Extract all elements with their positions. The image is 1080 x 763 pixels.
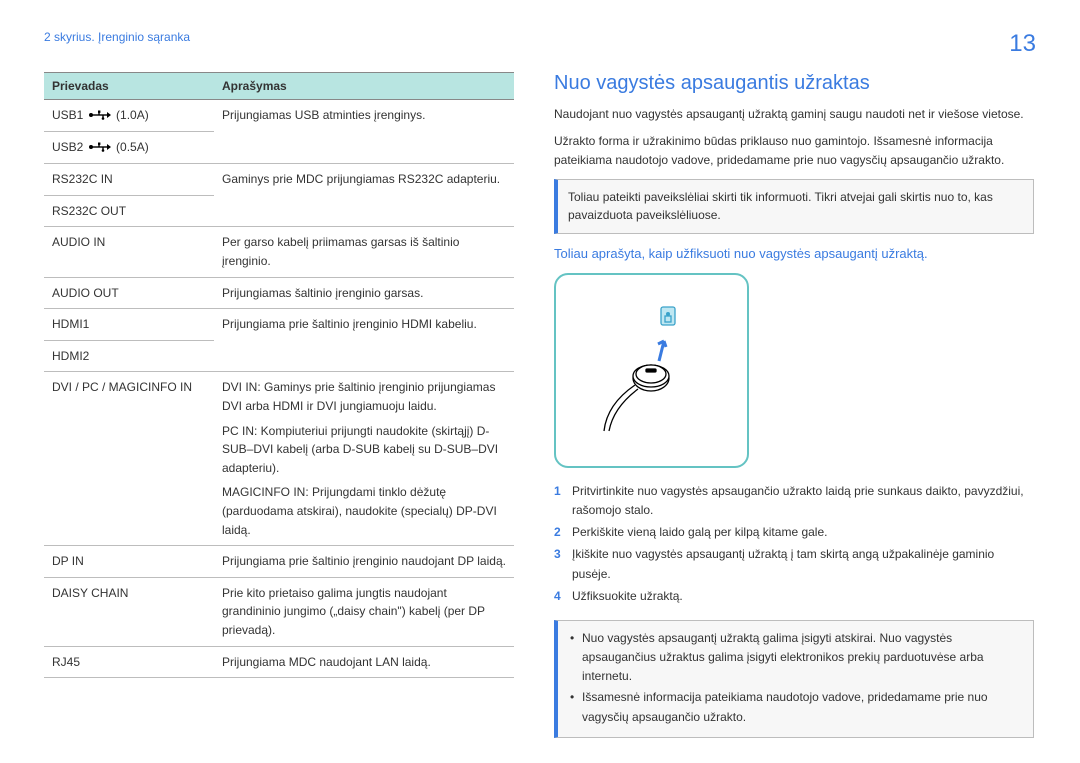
table-row: AUDIO OUT Prijungiamas šaltinio įrengini… (44, 277, 514, 309)
port-cell: RJ45 (44, 646, 214, 678)
note-item: Išsamesnė informacija pateikiama naudoto… (568, 688, 1023, 726)
port-cell: RS232C IN (44, 164, 214, 196)
port-cell: DVI / PC / MAGICINFO IN (44, 372, 214, 546)
port-cell: USB2 (0.5A) (44, 132, 214, 164)
note-item: Nuo vagystės apsaugantį užraktą galima į… (568, 629, 1023, 687)
port-cell: RS232C OUT (44, 195, 214, 227)
intro-text: Užrakto forma ir užrakinimo būdas prikla… (554, 132, 1034, 170)
port-suffix: (0.5A) (116, 140, 149, 154)
table-row: DP IN Prijungiama prie šaltinio įrengini… (44, 546, 514, 578)
left-column: Prievadas Aprašymas USB1 (1.0A) Prijungi… (44, 72, 514, 738)
step-item: Įkiškite nuo vagystės apsaugantį užraktą… (554, 545, 1034, 583)
table-header-port: Prievadas (44, 73, 214, 100)
port-cell: HDMI2 (44, 340, 214, 372)
table-row: AUDIO IN Per garso kabelį priimamas gars… (44, 227, 514, 277)
port-label: USB2 (52, 140, 83, 154)
section-title: Nuo vagystės apsaugantis užraktas (554, 72, 1034, 95)
step-item: Pritvirtinkite nuo vagystės apsaugančio … (554, 482, 1034, 520)
table-header-desc: Aprašymas (214, 73, 514, 100)
lock-drawing-icon (556, 273, 751, 468)
desc-line: PC IN: Kompiuteriui prijungti naudokite … (222, 422, 506, 478)
steps-list: Pritvirtinkite nuo vagystės apsaugančio … (554, 482, 1034, 606)
desc-cell: DVI IN: Gaminys prie šaltinio įrenginio … (214, 372, 514, 546)
intro-text: Naudojant nuo vagystės apsaugantį užrakt… (554, 105, 1034, 124)
desc-cell: Prijungiama prie šaltinio įrenginio naud… (214, 546, 514, 578)
notes-callout: Nuo vagystės apsaugantį užraktą galima į… (554, 620, 1034, 738)
table-row: RJ45 Prijungiama MDC naudojant LAN laidą… (44, 646, 514, 678)
port-cell: USB1 (1.0A) (44, 100, 214, 132)
subheading: Toliau aprašyta, kaip užfiksuoti nuo vag… (554, 246, 1034, 261)
lock-illustration (554, 273, 749, 468)
desc-cell: Prijungiamas USB atminties įrenginys. (214, 100, 514, 164)
desc-line: DVI IN: Gaminys prie šaltinio įrenginio … (222, 378, 506, 415)
step-item: Perkiškite vieną laido galą per kilpą ki… (554, 523, 1034, 542)
desc-cell: Prijungiama MDC naudojant LAN laidą. (214, 646, 514, 678)
usb-icon (89, 107, 111, 126)
port-cell: DP IN (44, 546, 214, 578)
chapter-header: 2 skyrius. Įrenginio sąranka (44, 30, 1036, 44)
table-row: RS232C IN Gaminys prie MDC prijungiamas … (44, 164, 514, 196)
table-row: DVI / PC / MAGICINFO IN DVI IN: Gaminys … (44, 372, 514, 546)
table-row: USB1 (1.0A) Prijungiamas USB atminties į… (44, 100, 514, 132)
port-cell: AUDIO IN (44, 227, 214, 277)
desc-cell: Prijungiamas šaltinio įrenginio garsas. (214, 277, 514, 309)
port-suffix: (1.0A) (116, 108, 149, 122)
step-item: Užfiksuokite užraktą. (554, 587, 1034, 606)
table-row: HDMI1 Prijungiama prie šaltinio įrengini… (44, 309, 514, 341)
port-label: USB1 (52, 108, 83, 122)
desc-cell: Prie kito prietaiso galima jungtis naudo… (214, 577, 514, 646)
desc-cell: Prijungiama prie šaltinio įrenginio HDMI… (214, 309, 514, 372)
desc-cell: Per garso kabelį priimamas garsas iš šal… (214, 227, 514, 277)
info-callout: Toliau pateikti paveikslėliai skirti tik… (554, 179, 1034, 234)
page-number: 13 (1009, 30, 1036, 58)
port-cell: DAISY CHAIN (44, 577, 214, 646)
right-column: Nuo vagystės apsaugantis užraktas Naudoj… (554, 72, 1034, 738)
ports-table: Prievadas Aprašymas USB1 (1.0A) Prijungi… (44, 72, 514, 678)
desc-line: MAGICINFO IN: Prijungdami tinklo dėžutę … (222, 483, 506, 539)
table-row: DAISY CHAIN Prie kito prietaiso galima j… (44, 577, 514, 646)
desc-cell: Gaminys prie MDC prijungiamas RS232C ada… (214, 164, 514, 227)
usb-icon (89, 139, 111, 158)
port-cell: HDMI1 (44, 309, 214, 341)
port-cell: AUDIO OUT (44, 277, 214, 309)
